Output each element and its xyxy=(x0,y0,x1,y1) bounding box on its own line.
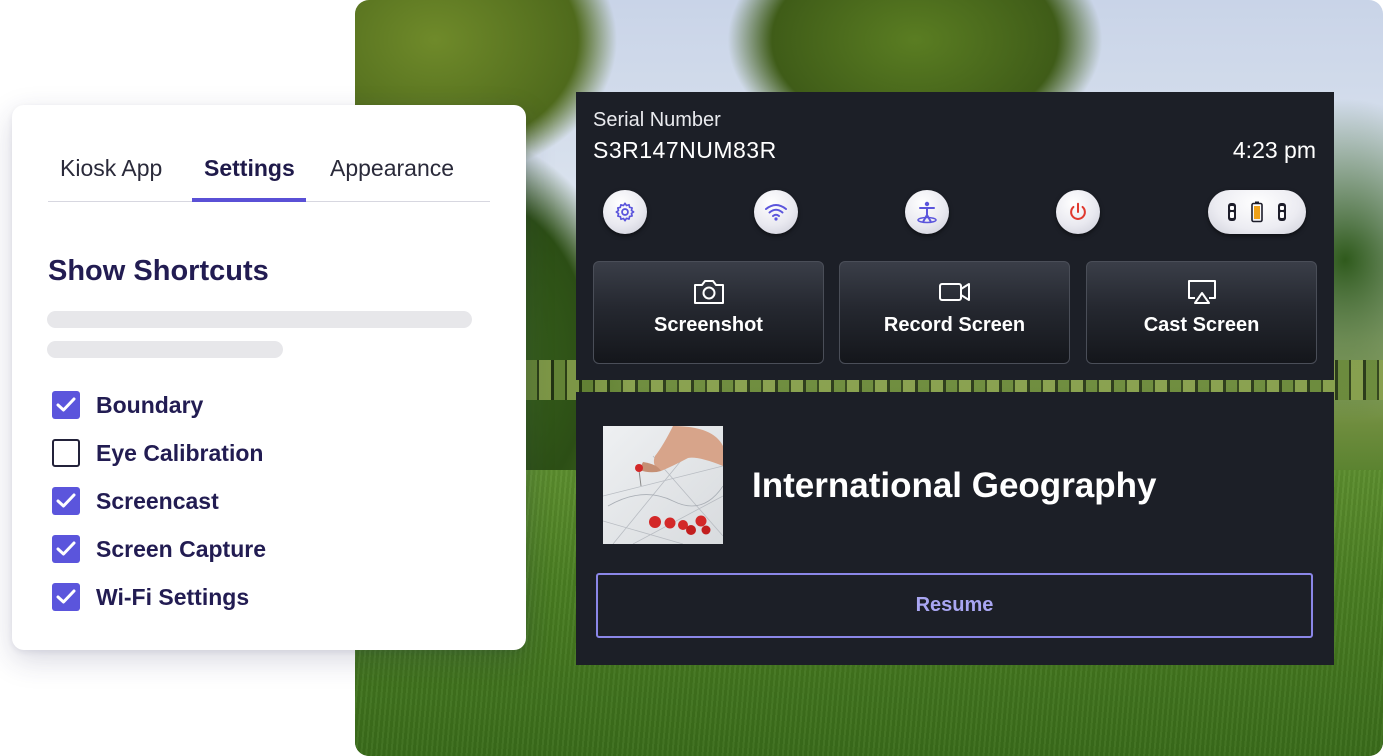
checkmark-icon xyxy=(56,397,76,412)
checkbox-unchecked[interactable] xyxy=(52,439,80,467)
shortcut-label: Screencast xyxy=(96,487,219,514)
shortcut-boundary[interactable]: Boundary xyxy=(52,390,203,420)
kiosk-quick-panel: Serial Number S3R147NUM83R 4:23 pm Scree… xyxy=(576,92,1334,380)
shortcut-label: Boundary xyxy=(96,391,204,418)
serial-number-value: S3R147NUM83R xyxy=(593,137,777,163)
placeholder-line xyxy=(47,311,472,328)
shortcut-screencast[interactable]: Screencast xyxy=(52,486,219,516)
checkmark-icon xyxy=(56,493,76,508)
shortcut-label: Eye Calibration xyxy=(96,439,264,466)
boundary-icon xyxy=(917,201,937,224)
screenshot-button[interactable]: Screenshot xyxy=(593,261,824,364)
course-panel: International Geography Resume xyxy=(576,392,1334,665)
battery-status[interactable] xyxy=(1208,190,1306,234)
settings-button[interactable] xyxy=(603,190,647,234)
placeholder-line xyxy=(47,341,283,358)
cast-icon xyxy=(1187,280,1216,304)
serial-number-label: Serial Number xyxy=(593,109,721,131)
checkbox-checked[interactable] xyxy=(52,391,80,419)
active-tab-indicator xyxy=(192,198,306,202)
tab-settings[interactable]: Settings xyxy=(204,155,295,202)
settings-card: Kiosk App Settings Appearance Show Short… xyxy=(12,105,526,650)
checkbox-checked[interactable] xyxy=(52,583,80,611)
action-label: Screenshot xyxy=(654,314,763,336)
tab-kiosk-app[interactable]: Kiosk App xyxy=(60,155,162,202)
checkmark-icon xyxy=(56,589,76,604)
boundary-button[interactable] xyxy=(905,190,949,234)
cast-screen-button[interactable]: Cast Screen xyxy=(1086,261,1317,364)
course-thumbnail[interactable] xyxy=(603,426,723,544)
controller-right-battery-icon xyxy=(1278,203,1286,221)
power-icon xyxy=(1070,202,1086,220)
checkbox-checked[interactable] xyxy=(52,535,80,563)
headset-battery-icon xyxy=(1251,201,1263,223)
checkmark-icon xyxy=(56,541,76,556)
record-screen-button[interactable]: Record Screen xyxy=(839,261,1070,364)
clock: 4:23 pm xyxy=(1232,137,1316,163)
course-title: International Geography xyxy=(752,466,1157,505)
power-button[interactable] xyxy=(1056,190,1100,234)
action-label: Record Screen xyxy=(883,314,1026,336)
action-label: Cast Screen xyxy=(1143,314,1260,336)
camera-icon xyxy=(693,280,724,304)
tab-appearance[interactable]: Appearance xyxy=(330,155,454,202)
controller-left-battery-icon xyxy=(1228,203,1236,221)
section-title: Show Shortcuts xyxy=(48,255,269,287)
map-pins-image xyxy=(603,426,723,544)
shortcut-label: Wi-Fi Settings xyxy=(96,583,250,610)
shortcut-screen-capture[interactable]: Screen Capture xyxy=(52,534,266,564)
gear-icon xyxy=(615,202,635,222)
resume-button[interactable]: Resume xyxy=(596,573,1313,638)
wifi-icon xyxy=(765,204,787,221)
video-camera-icon xyxy=(938,283,970,301)
shortcut-label: Screen Capture xyxy=(96,535,267,562)
wifi-button[interactable] xyxy=(754,190,798,234)
shortcut-eye-calibration[interactable]: Eye Calibration xyxy=(52,438,263,468)
shortcut-wifi-settings[interactable]: Wi-Fi Settings xyxy=(52,582,249,612)
tab-bar: Kiosk App Settings Appearance xyxy=(48,145,490,202)
checkbox-checked[interactable] xyxy=(52,487,80,515)
